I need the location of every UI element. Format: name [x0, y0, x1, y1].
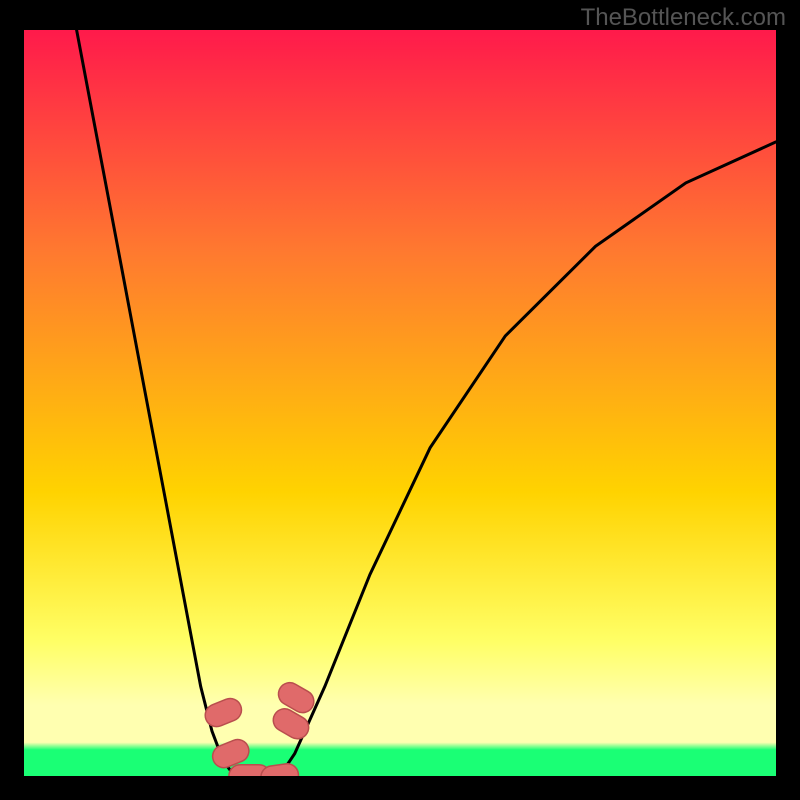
watermark-text: TheBottleneck.com [581, 4, 786, 32]
chart-background [24, 30, 776, 776]
chart-svg [24, 30, 776, 776]
chart-plot-area [24, 30, 776, 776]
chart-frame: TheBottleneck.com [0, 0, 800, 800]
